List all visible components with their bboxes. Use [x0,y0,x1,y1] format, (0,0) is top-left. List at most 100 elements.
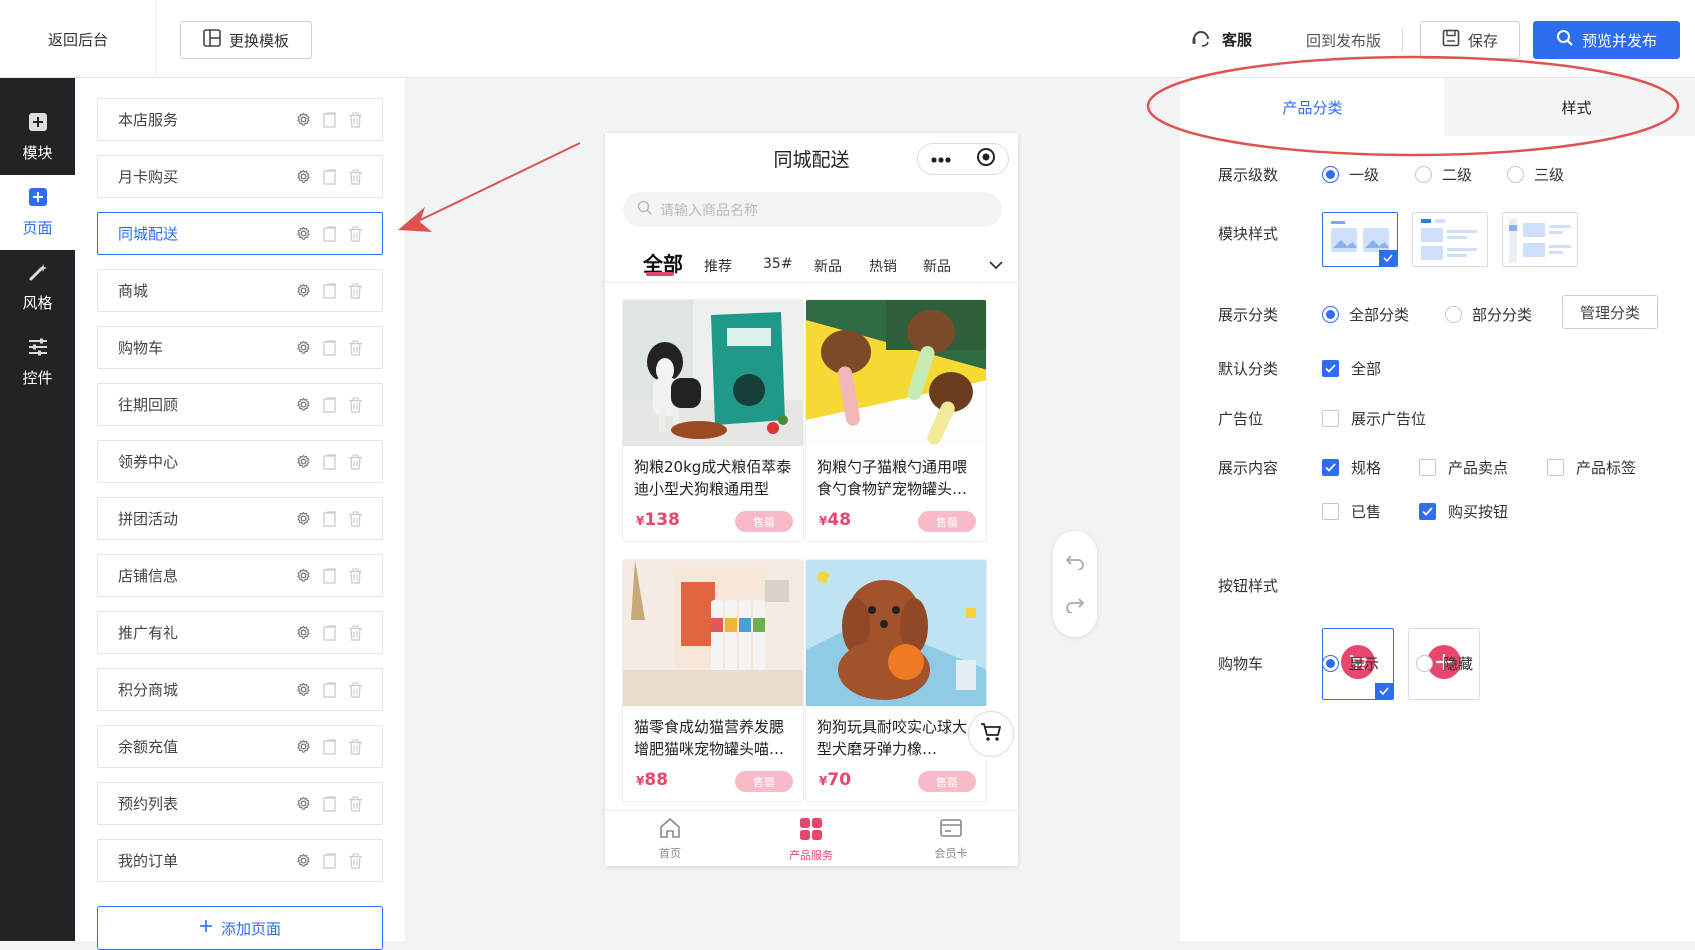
trash-icon[interactable] [347,681,364,698]
content-tag-checkbox[interactable]: 产品标签 [1547,457,1636,478]
back-to-admin-button[interactable]: 返回后台 [0,0,157,78]
save-button[interactable]: 保存 [1420,21,1520,59]
content-buy-button-checkbox[interactable]: 购买按钮 [1419,501,1508,522]
tab-new[interactable]: 新品 [814,256,842,276]
trash-icon[interactable] [347,453,364,470]
gear-icon[interactable] [295,510,312,527]
tab-product-category[interactable]: 产品分类 [1180,78,1445,136]
page-list-item[interactable]: 店铺信息 [97,554,383,597]
gear-icon[interactable] [295,168,312,185]
page-list-item[interactable]: 我的订单 [97,839,383,882]
product-card[interactable]: 狗粮20kg成犬粮佰萃泰迪小型犬狗粮通用型 ¥138 售罄 [622,299,804,542]
revert-to-published-button[interactable]: 回到发布版 [1306,30,1381,51]
trash-icon[interactable] [347,396,364,413]
content-sold-checkbox[interactable]: 已售 [1322,501,1381,522]
product-card[interactable]: 狗狗玩具耐咬实心球大型犬磨牙弹力橡… ¥70 售罄 [805,559,987,802]
tab-product-service[interactable]: 产品服务 [761,817,861,863]
trash-icon[interactable] [347,624,364,641]
trash-icon[interactable] [347,339,364,356]
module-style-option-3[interactable] [1502,212,1578,267]
copy-icon[interactable] [321,738,338,755]
cart-show-option[interactable]: 显示 [1322,653,1379,674]
gear-icon[interactable] [295,567,312,584]
sidebar-item-modules[interactable]: 模块 [0,100,75,175]
level-option-1[interactable]: 一级 [1322,164,1379,185]
gear-icon[interactable] [295,852,312,869]
trash-icon[interactable] [347,795,364,812]
product-card[interactable]: 猫零食成幼猫营养发腮增肥猫咪宠物罐头喵… ¥88 售罄 [622,559,804,802]
tab-member-card[interactable]: 会员卡 [901,817,1001,861]
gear-icon[interactable] [295,681,312,698]
trash-icon[interactable] [347,852,364,869]
copy-icon[interactable] [321,453,338,470]
copy-icon[interactable] [321,282,338,299]
page-list-item[interactable]: 同城配送 [97,212,383,255]
show-all-categories-option[interactable]: 全部分类 [1322,304,1409,325]
trash-icon[interactable] [347,738,364,755]
default-category-all-checkbox[interactable]: 全部 [1322,358,1381,379]
change-template-button[interactable]: 更换模板 [180,21,312,59]
product-card[interactable]: 狗粮勺子猫粮勺通用喂食勺食物铲宠物罐头… ¥48 售罄 [805,299,987,542]
show-ad-slot-checkbox[interactable]: 展示广告位 [1322,408,1426,429]
copy-icon[interactable] [321,567,338,584]
tab-home[interactable]: 首页 [620,817,720,861]
level-option-3[interactable]: 三级 [1507,164,1564,185]
gear-icon[interactable] [295,339,312,356]
copy-icon[interactable] [321,510,338,527]
close-target-icon[interactable] [976,147,996,171]
content-selling-point-checkbox[interactable]: 产品卖点 [1419,457,1508,478]
page-list-item[interactable]: 拼团活动 [97,497,383,540]
tab-new-2[interactable]: 新品 [923,256,951,276]
cart-hide-option[interactable]: 隐藏 [1416,653,1473,674]
sidebar-item-pages[interactable]: 页面 [0,175,75,250]
page-list-item[interactable]: 商城 [97,269,383,312]
product-search-input[interactable]: 请输入商品名称 [623,192,1002,227]
tab-35[interactable]: 35# [763,256,793,272]
page-list-item[interactable]: 领券中心 [97,440,383,483]
copy-icon[interactable] [321,339,338,356]
tab-style[interactable]: 样式 [1444,78,1695,136]
chevron-down-icon[interactable] [988,258,1004,274]
module-style-option-1[interactable] [1322,212,1398,267]
copy-icon[interactable] [321,168,338,185]
page-list-item[interactable]: 推广有礼 [97,611,383,654]
gear-icon[interactable] [295,453,312,470]
page-list-item[interactable]: 预约列表 [97,782,383,825]
page-list-item[interactable]: 往期回顾 [97,383,383,426]
page-list-item[interactable]: 本店服务 [97,98,383,141]
undo-icon[interactable] [1065,552,1085,574]
gear-icon[interactable] [295,738,312,755]
gear-icon[interactable] [295,795,312,812]
copy-icon[interactable] [321,624,338,641]
show-partial-categories-option[interactable]: 部分分类 [1445,304,1532,325]
preview-publish-button[interactable]: 预览并发布 [1533,21,1680,59]
trash-icon[interactable] [347,567,364,584]
page-list-item[interactable]: 月卡购买 [97,155,383,198]
copy-icon[interactable] [321,852,338,869]
trash-icon[interactable] [347,168,364,185]
tab-recommend[interactable]: 推荐 [704,256,732,276]
copy-icon[interactable] [321,396,338,413]
add-page-button[interactable]: 添加页面 [97,906,383,950]
module-style-option-2[interactable] [1412,212,1488,267]
trash-icon[interactable] [347,510,364,527]
copy-icon[interactable] [321,681,338,698]
copy-icon[interactable] [321,111,338,128]
sidebar-item-style[interactable]: 风格 [0,250,75,325]
content-spec-checkbox[interactable]: 规格 [1322,457,1381,478]
gear-icon[interactable] [295,111,312,128]
trash-icon[interactable] [347,282,364,299]
gear-icon[interactable] [295,225,312,242]
manage-categories-button[interactable]: 管理分类 [1562,295,1658,329]
copy-icon[interactable] [321,225,338,242]
redo-icon[interactable] [1065,595,1085,617]
gear-icon[interactable] [295,396,312,413]
more-dots-icon[interactable] [930,151,952,167]
page-list-item[interactable]: 积分商城 [97,668,383,711]
copy-icon[interactable] [321,795,338,812]
gear-icon[interactable] [295,624,312,641]
floating-cart-button[interactable] [968,711,1014,757]
trash-icon[interactable] [347,111,364,128]
gear-icon[interactable] [295,282,312,299]
page-list-item[interactable]: 购物车 [97,326,383,369]
